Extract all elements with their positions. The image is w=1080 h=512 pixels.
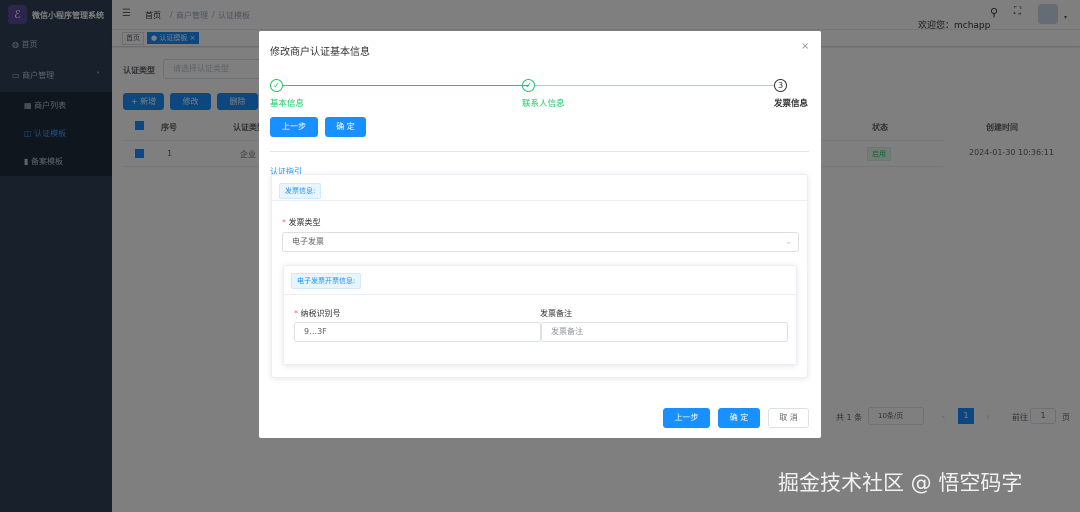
invoice-type-select[interactable]: 电子发票 ⌄ — [282, 232, 799, 252]
remark-input[interactable]: 发票备注 — [541, 322, 788, 342]
step-label: 基本信息 — [270, 99, 305, 109]
dialog-title: 修改商户认证基本信息 — [270, 47, 370, 58]
step-label: 发票信息 — [774, 99, 809, 109]
footer-confirm-button[interactable]: 确 定 — [718, 408, 760, 428]
footer-prev-button[interactable]: 上一步 — [663, 408, 710, 428]
confirm-button[interactable]: 确 定 — [325, 117, 366, 137]
step-check-icon: ✓ — [270, 79, 283, 92]
invoice-card: 发票信息: * 发票类型 电子发票 ⌄ 电子发票开票信息: * 纳税识别号 发票备… — [271, 174, 808, 378]
tax-id-input[interactable]: 9…3F — [294, 322, 541, 342]
close-icon[interactable]: × — [801, 41, 809, 52]
invoice-tag: 发票信息: — [279, 183, 322, 199]
step-label: 联系人信息 — [522, 99, 565, 109]
edit-cert-dialog: 修改商户认证基本信息 × ✓ ✓ 3 基本信息 联系人信息 发票信息 上一步 确… — [259, 31, 821, 438]
e-invoice-card: 电子发票开票信息: * 纳税识别号 发票备注 9…3F 发票备注 — [283, 265, 797, 365]
invoice-type-label: 发票类型 — [288, 218, 321, 227]
chevron-down-icon: ⌄ — [785, 237, 792, 246]
e-invoice-tag: 电子发票开票信息: — [291, 273, 362, 289]
cancel-button[interactable]: 取 消 — [768, 408, 809, 428]
watermark: 掘金技术社区 @ 悟空码字 — [778, 471, 1023, 495]
tax-id-label: 纳税识别号 — [300, 309, 341, 318]
step-check-icon: ✓ — [522, 79, 535, 92]
step-number: 3 — [774, 79, 787, 92]
remark-label: 发票备注 — [540, 309, 572, 318]
selected-value: 电子发票 — [292, 237, 324, 246]
prev-step-button[interactable]: 上一步 — [270, 117, 318, 137]
